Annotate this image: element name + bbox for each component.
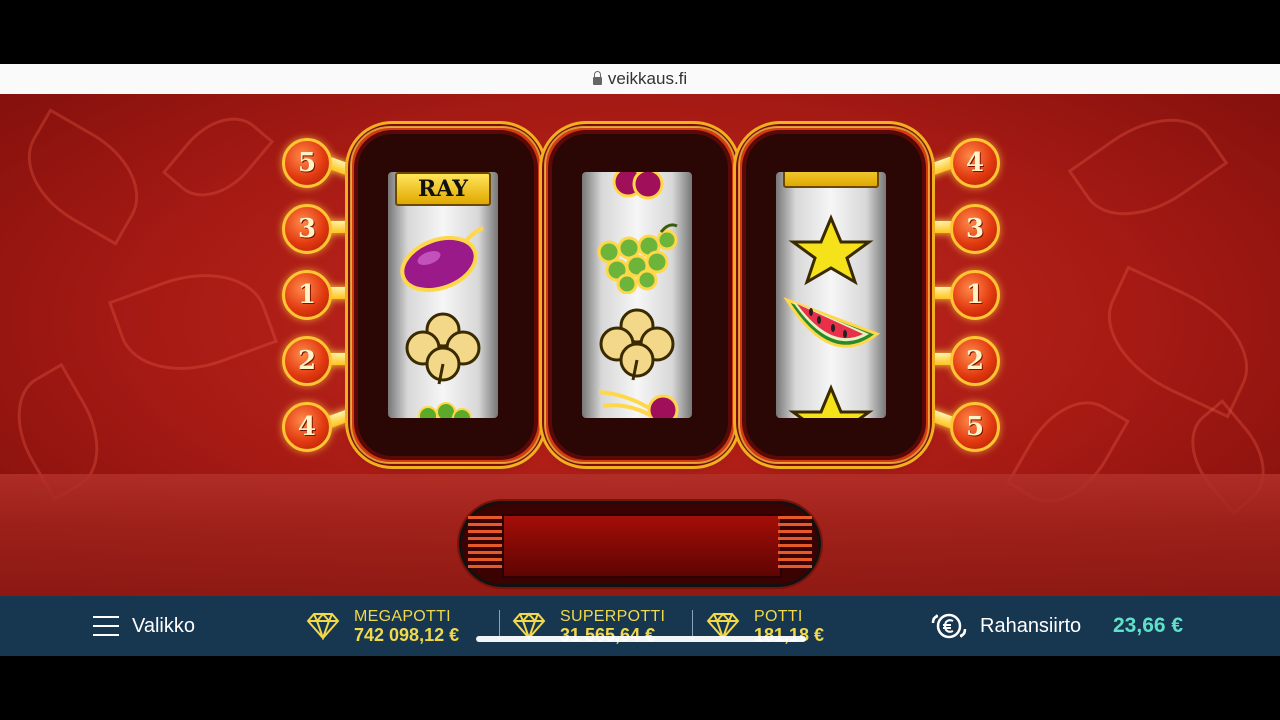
bar-symbol <box>783 172 879 188</box>
menu-label: Valikko <box>132 614 195 637</box>
cherries-icon <box>612 172 664 200</box>
jackpot-megapotti: MEGAPOTTI 742 098,12 € <box>306 604 459 648</box>
payline-marker: 3 <box>282 204 332 254</box>
payline-marker: 5 <box>950 402 1000 452</box>
payline-marker: 3 <box>950 204 1000 254</box>
ray-bar-symbol: RAY <box>395 172 491 206</box>
balance-value: 23,66 € <box>1113 614 1184 637</box>
browser-address-bar[interactable]: veikkaus.fi <box>0 64 1280 95</box>
scroll-indicator <box>476 636 806 642</box>
menu-button[interactable]: Valikko <box>93 596 195 656</box>
watermelon-icon <box>783 297 881 348</box>
payline-marker: 2 <box>950 336 1000 386</box>
url-text: veikkaus.fi <box>607 69 688 88</box>
payline-marker: 2 <box>282 336 332 386</box>
jackpot-value: 742 098,12 € <box>354 625 460 645</box>
money-transfer-button[interactable]: Rahansiirto <box>930 596 1081 656</box>
payline-marker: 1 <box>950 270 1000 320</box>
star-icon <box>788 384 874 418</box>
reel-3-frame <box>738 126 930 464</box>
grapes-icon <box>597 223 678 294</box>
reel-3[interactable] <box>776 172 886 418</box>
panel-stripes-right <box>778 516 812 572</box>
payline-marker: 5 <box>282 138 332 188</box>
bottom-bar: Valikko MEGAPOTTI 742 098,12 € SUPERPOTT… <box>0 596 1280 656</box>
plum-icon <box>400 226 484 293</box>
hamburger-icon <box>93 616 119 636</box>
payline-marker: 1 <box>282 270 332 320</box>
reel-1-frame: RAY <box>350 126 542 464</box>
cherries-icon <box>598 390 679 418</box>
reel-1[interactable]: RAY <box>388 172 498 418</box>
clover-icon <box>599 308 675 381</box>
star-icon <box>788 214 874 286</box>
win-display-screen <box>502 514 782 578</box>
payline-marker: 4 <box>282 402 332 452</box>
grapes-icon <box>418 402 472 418</box>
payline-marker: 4 <box>950 138 1000 188</box>
reel-2-frame <box>544 126 736 464</box>
panel-stripes-left <box>468 516 502 572</box>
win-display-panel <box>462 504 818 584</box>
transfer-label: Rahansiirto <box>980 614 1082 637</box>
diamond-icon <box>306 612 340 640</box>
clover-icon <box>405 312 481 385</box>
jackpot-label: SUPERPOTTI <box>560 608 666 625</box>
reel-2[interactable] <box>582 172 692 418</box>
lock-icon <box>592 71 602 85</box>
euro-transfer-icon <box>931 613 967 639</box>
bar-text: RAY <box>418 176 468 202</box>
jackpot-label: POTTI <box>754 608 803 625</box>
jackpot-label: MEGAPOTTI <box>354 608 451 625</box>
